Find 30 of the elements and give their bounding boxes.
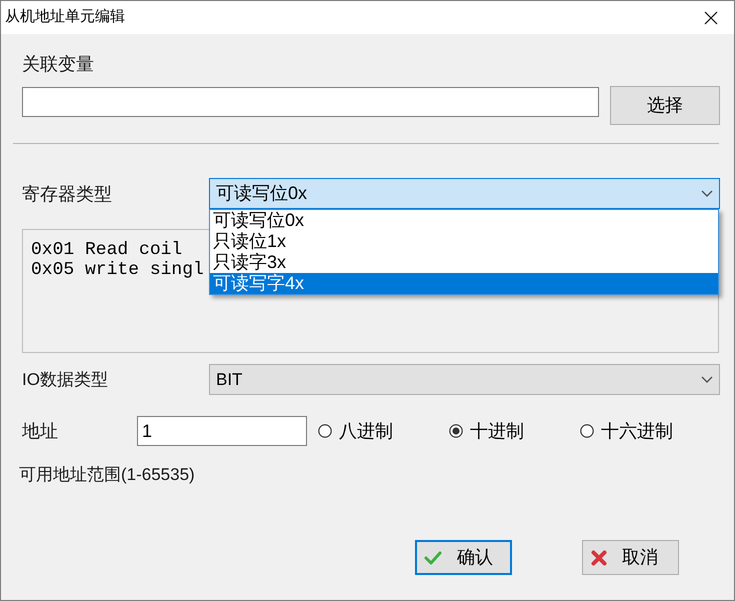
chevron-down-icon [701,190,713,197]
radio-icon[interactable] [580,424,594,438]
description-text: 0x05 write singl [31,260,204,280]
radio-button[interactable]: 八进制 [318,419,393,443]
radio-icon[interactable] [449,424,463,438]
cross-icon [591,550,607,566]
radio-button[interactable]: 十进制 [449,419,524,443]
radio-button[interactable]: 十六进制 [580,419,673,443]
variable-input[interactable] [22,87,599,117]
dropdown-option[interactable]: 只读字3x [210,252,718,273]
field-label: 寄存器类型 [22,182,112,206]
address-range-note: 可用地址范围(1-65535) [19,464,195,486]
check-icon [424,550,442,564]
close-icon [704,10,718,24]
description-text: 0x01 Read coil [31,240,182,260]
cancel-button[interactable]: 取消 [582,540,679,575]
chevron-down-icon [701,376,713,383]
dropdown-option[interactable]: 只读位1x [210,231,718,252]
window-title: 从机地址单元编辑 [4,7,125,28]
radio-icon[interactable] [318,424,332,438]
confirm-button[interactable]: 确认 [415,540,512,575]
dropdown-option[interactable]: 可读写字4x [210,273,718,294]
field-label: 关联变量 [22,53,94,76]
address-input[interactable]: 1 [137,416,307,446]
field-label: 地址 [22,420,58,443]
field-label: IO数据类型 [22,368,108,390]
register-type-dropdown[interactable]: 可读写位0x [209,178,720,209]
select-button[interactable]: 选择 [610,86,720,125]
io-type-dropdown[interactable]: BIT [209,364,720,395]
dropdown-option[interactable]: 可读写位0x [210,210,718,231]
